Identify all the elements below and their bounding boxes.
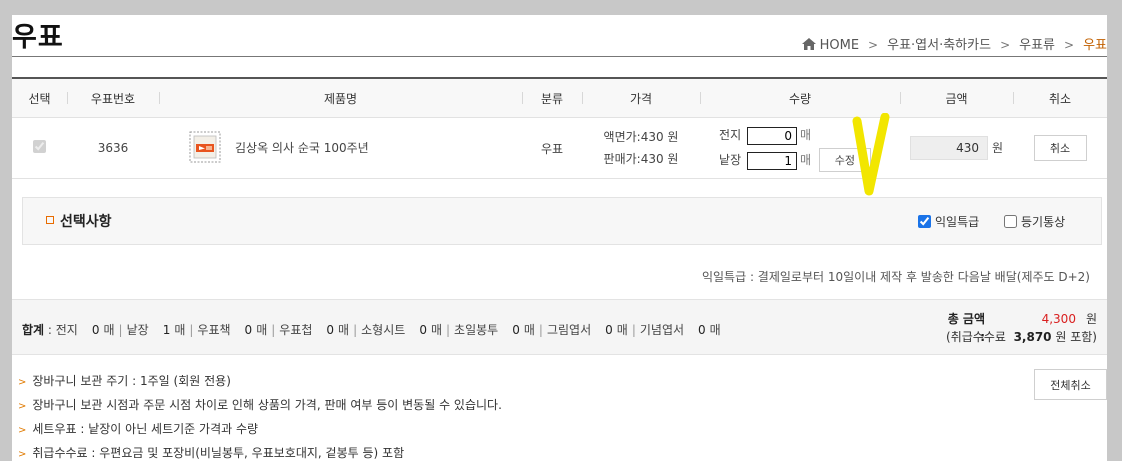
breadcrumb-home[interactable]: HOME xyxy=(820,38,859,53)
cart-notes: > 장바구니 보관 주기 : 1주일 (회원 전용) > 장바구니 보관 시점과 주… xyxy=(18,370,502,461)
product-cell: 김상옥 의사 순국 100주년 xyxy=(159,117,522,179)
total-item-name: 우표첩 xyxy=(279,323,313,337)
cancel-all-button[interactable]: 전체취소 xyxy=(1034,369,1107,400)
total-item-count: 0 xyxy=(91,323,100,337)
express-checkbox[interactable] xyxy=(918,215,931,228)
yellow-check-annotation xyxy=(852,112,892,209)
total-item-count: 0 xyxy=(605,323,613,337)
cancel-cell: 취소 xyxy=(1013,117,1107,179)
total-item-name: 소형시트 xyxy=(361,323,406,337)
home-icon xyxy=(801,38,816,54)
breadcrumb-postcards[interactable]: 우표·엽서·축하카드 xyxy=(887,38,991,53)
page-sheet: 우표 HOME > 우표·엽서·축하카드 > 우표류 > 우표 선택 우표번호 제품명 분류… xyxy=(12,15,1107,461)
grand-total-label: 총 금액 : xyxy=(947,312,985,344)
express-label: 익일특급 xyxy=(935,215,980,229)
express-note: 익일특급 : 결제일로부터 10일이내 제작 후 발송한 다음날 배달(제주도 … xyxy=(701,270,1090,284)
total-item-unit: 매 xyxy=(709,323,721,337)
cart-table: 선택 우표번호 제품명 분류 가격 수량 금액 취소 3636 김상옥 의사 순… xyxy=(12,79,1107,179)
col-stamp-no: 우표번호 xyxy=(67,79,159,118)
total-item-unit: 매 xyxy=(103,323,115,337)
col-amount: 금액 xyxy=(900,79,1013,118)
totals-label: 합계 xyxy=(22,323,45,337)
table-header-row: 선택 우표번호 제품명 분류 가격 수량 금액 취소 xyxy=(12,79,1107,118)
page-title: 우표 xyxy=(12,22,64,53)
total-item-count: 1 xyxy=(162,323,171,337)
total-item-name: 초일봉투 xyxy=(454,323,499,337)
options-panel: 선택사항 익일특급 등기통상 xyxy=(22,197,1102,245)
amount-unit: 원 xyxy=(991,141,1004,155)
total-item-count: 0 xyxy=(244,323,253,337)
grand-total-unit: 원 xyxy=(1085,312,1097,326)
registered-checkbox[interactable] xyxy=(1004,215,1017,228)
list-item: > 장바구니 보관 주기 : 1주일 (회원 전용) xyxy=(18,374,231,388)
totals-summary: 합계 : 전지 0 매 | 낱장 1 매 | 우표책 0 매 | 우표첩 0 매 | 소형시트 0 매 | 초일봉투 0 매… xyxy=(22,323,721,337)
total-item-count: 0 xyxy=(419,323,427,337)
col-price: 가격 xyxy=(582,79,700,118)
col-cancel: 취소 xyxy=(1013,79,1107,118)
price-cell: 액면가:430 원 판매가:430 원 xyxy=(582,117,700,179)
total-item-name: 전지 xyxy=(55,323,78,337)
cancel-item-button[interactable]: 취소 xyxy=(1033,135,1087,161)
fee-value: 3,870 xyxy=(1013,330,1052,344)
list-item: > 취급수수료 : 우편요금 및 포장비(비닐봉투, 우표보호대지, 겉봉투 등)… xyxy=(18,446,405,460)
chevron-bullet-icon: > xyxy=(18,425,27,436)
grand-total: 총 금액 : 4,300 원 (취급수수료 3,870 원 포함) xyxy=(946,310,1097,346)
qty-single-unit: 매 xyxy=(799,153,812,167)
breadcrumb-current[interactable]: 우표 xyxy=(1083,38,1107,53)
product-name[interactable]: 김상옥 의사 순국 100주년 xyxy=(235,141,369,155)
amount-cell: 430 원 xyxy=(900,117,1013,179)
total-item-name: 낱장 xyxy=(126,323,149,337)
chevron-bullet-icon: > xyxy=(18,377,27,388)
breadcrumb: HOME > 우표·엽서·축하카드 > 우표류 > 우표 xyxy=(801,34,1107,54)
total-item-name: 기념엽서 xyxy=(639,323,685,337)
face-price: 액면가:430 원 xyxy=(603,130,679,144)
col-product-name: 제품명 xyxy=(159,79,522,118)
chevron-bullet-icon: > xyxy=(18,449,27,460)
chevron-bullet-icon: > xyxy=(18,401,27,412)
list-item: > 장바구니 보관 시점과 주문 시점 차이로 인해 상품의 가격, 판매 여부 … xyxy=(18,398,502,412)
total-item-unit: 매 xyxy=(430,323,442,337)
chevron-right-icon: > xyxy=(1000,38,1011,52)
list-item: > 세트우표 : 낱장이 아닌 세트기준 가격과 수량 xyxy=(18,422,259,436)
square-bullet-icon xyxy=(46,216,54,224)
col-quantity: 수량 xyxy=(700,79,900,118)
express-option[interactable]: 익일특급 xyxy=(918,213,979,230)
sale-price: 판매가:430 원 xyxy=(603,152,679,166)
total-item-unit: 매 xyxy=(523,323,535,337)
col-category: 분류 xyxy=(522,79,582,118)
total-item-name: 우표책 xyxy=(197,323,231,337)
category: 우표 xyxy=(522,117,582,179)
total-item-count: 0 xyxy=(512,323,520,337)
stamp-number: 3636 xyxy=(67,117,159,179)
chevron-right-icon: > xyxy=(1064,38,1075,52)
qty-single-input[interactable] xyxy=(746,151,797,170)
select-checkbox[interactable] xyxy=(33,140,46,153)
options-title: 선택사항 xyxy=(60,214,112,230)
select-cell xyxy=(12,117,67,179)
chevron-right-icon: > xyxy=(868,38,879,52)
fee-suffix: 원 포함) xyxy=(1055,330,1097,344)
total-item-unit: 매 xyxy=(256,323,268,337)
qty-sheet-unit: 매 xyxy=(799,128,812,142)
breadcrumb-stamp-types[interactable]: 우표류 xyxy=(1019,38,1055,53)
table-row: 3636 김상옥 의사 순국 100주년 우표 액면가:430 원 판매가:43… xyxy=(12,117,1107,179)
qty-sheet-input[interactable] xyxy=(746,126,797,145)
registered-label: 등기통상 xyxy=(1021,215,1066,229)
total-item-unit: 매 xyxy=(616,323,628,337)
title-divider xyxy=(12,56,1107,57)
quantity-group: 전지 매 낱장 매 수정 xyxy=(717,124,871,172)
amount-value: 430 xyxy=(909,136,988,160)
qty-sheet-label: 전지 xyxy=(719,128,742,142)
total-item-count: 0 xyxy=(698,323,706,337)
qty-single-label: 낱장 xyxy=(719,153,742,167)
col-select: 선택 xyxy=(12,79,67,118)
registered-option[interactable]: 등기통상 xyxy=(1004,213,1065,230)
grand-total-value: 4,300 xyxy=(1041,312,1076,326)
stamp-thumbnail[interactable] xyxy=(189,131,221,166)
total-item-count: 0 xyxy=(326,323,335,337)
total-item-unit: 매 xyxy=(174,323,186,337)
totals-bar: 합계 : 전지 0 매 | 낱장 1 매 | 우표책 0 매 | 우표첩 0 매 | 소형시트 0 매 | 초일봉투 0 매… xyxy=(12,299,1107,355)
total-item-name: 그림엽서 xyxy=(546,323,592,337)
total-item-unit: 매 xyxy=(338,323,350,337)
